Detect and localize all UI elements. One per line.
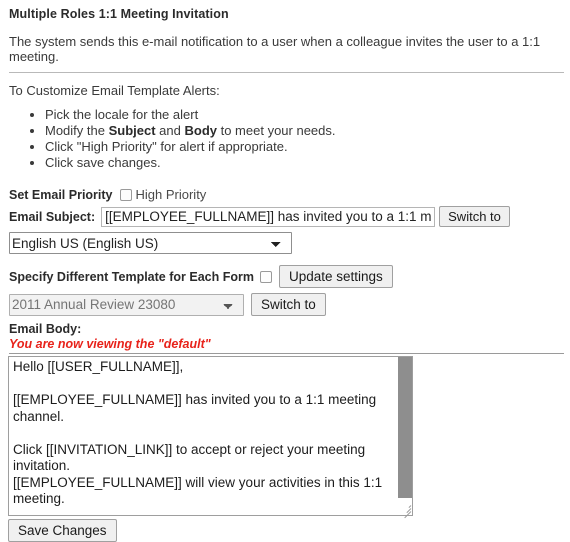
textarea-scrollbar-thumb[interactable] xyxy=(398,357,412,498)
page-title: Multiple Roles 1:1 Meeting Invitation xyxy=(9,7,229,21)
list-item: Modify the Subject and Body to meet your… xyxy=(45,123,570,138)
save-changes-button[interactable]: Save Changes xyxy=(8,519,117,542)
update-settings-button[interactable]: Update settings xyxy=(278,265,393,288)
email-subject-input[interactable] xyxy=(101,206,436,227)
divider-body xyxy=(9,353,564,354)
instruction-text: Click save changes. xyxy=(45,155,161,170)
set-email-priority-label: Set Email Priority xyxy=(9,187,113,202)
email-priority-row: Set Email Priority High Priority xyxy=(0,187,570,202)
specify-template-checkbox[interactable] xyxy=(259,270,272,283)
email-subject-label: Email Subject: xyxy=(9,209,96,224)
instruction-suffix: to meet your needs. xyxy=(216,123,336,138)
instruction-text: Modify the xyxy=(45,123,109,138)
instruction-text: Click "High Priority" for alert if appro… xyxy=(45,139,288,154)
list-item: Pick the locale for the alert xyxy=(45,107,570,122)
locale-select[interactable]: English US (English US) xyxy=(9,232,292,254)
specify-template-row: Specify Different Template for Each Form… xyxy=(0,265,570,288)
instruction-bold-body: Body xyxy=(184,123,217,138)
specify-template-label: Specify Different Template for Each Form xyxy=(9,269,254,284)
instructions-lead: To Customize Email Template Alerts: xyxy=(9,83,220,98)
email-body-wrapper: Hello [[USER_FULLNAME]], [[EMPLOYEE_FULL… xyxy=(8,356,413,519)
form-template-select[interactable]: 2011 Annual Review 23080 xyxy=(9,293,244,316)
email-subject-row: Email Subject: Switch to xyxy=(0,206,570,227)
alert-description: The system sends this e-mail notificatio… xyxy=(9,34,541,64)
instruction-mid: and xyxy=(155,123,185,138)
instructions-list: Pick the locale for the alert Modify the… xyxy=(0,107,570,170)
high-priority-label: High Priority xyxy=(135,187,207,202)
switch-to-locale-button[interactable]: Switch to xyxy=(439,206,510,227)
instruction-bold-subject: Subject xyxy=(108,123,156,138)
switch-to-form-button[interactable]: Switch to xyxy=(251,293,326,316)
viewing-default-note: You are now viewing the "default" xyxy=(9,337,211,351)
list-item: Click save changes. xyxy=(45,155,570,170)
high-priority-checkbox[interactable] xyxy=(119,188,132,201)
instruction-text: Pick the locale for the alert xyxy=(45,107,199,122)
email-body-textarea[interactable]: Hello [[USER_FULLNAME]], [[EMPLOYEE_FULL… xyxy=(8,356,413,516)
form-template-row: 2011 Annual Review 23080 Switch to xyxy=(0,293,570,316)
email-body-label: Email Body: xyxy=(9,322,82,336)
list-item: Click "High Priority" for alert if appro… xyxy=(45,139,570,154)
email-template-alert-panel: Multiple Roles 1:1 Meeting Invitation Th… xyxy=(0,0,570,542)
